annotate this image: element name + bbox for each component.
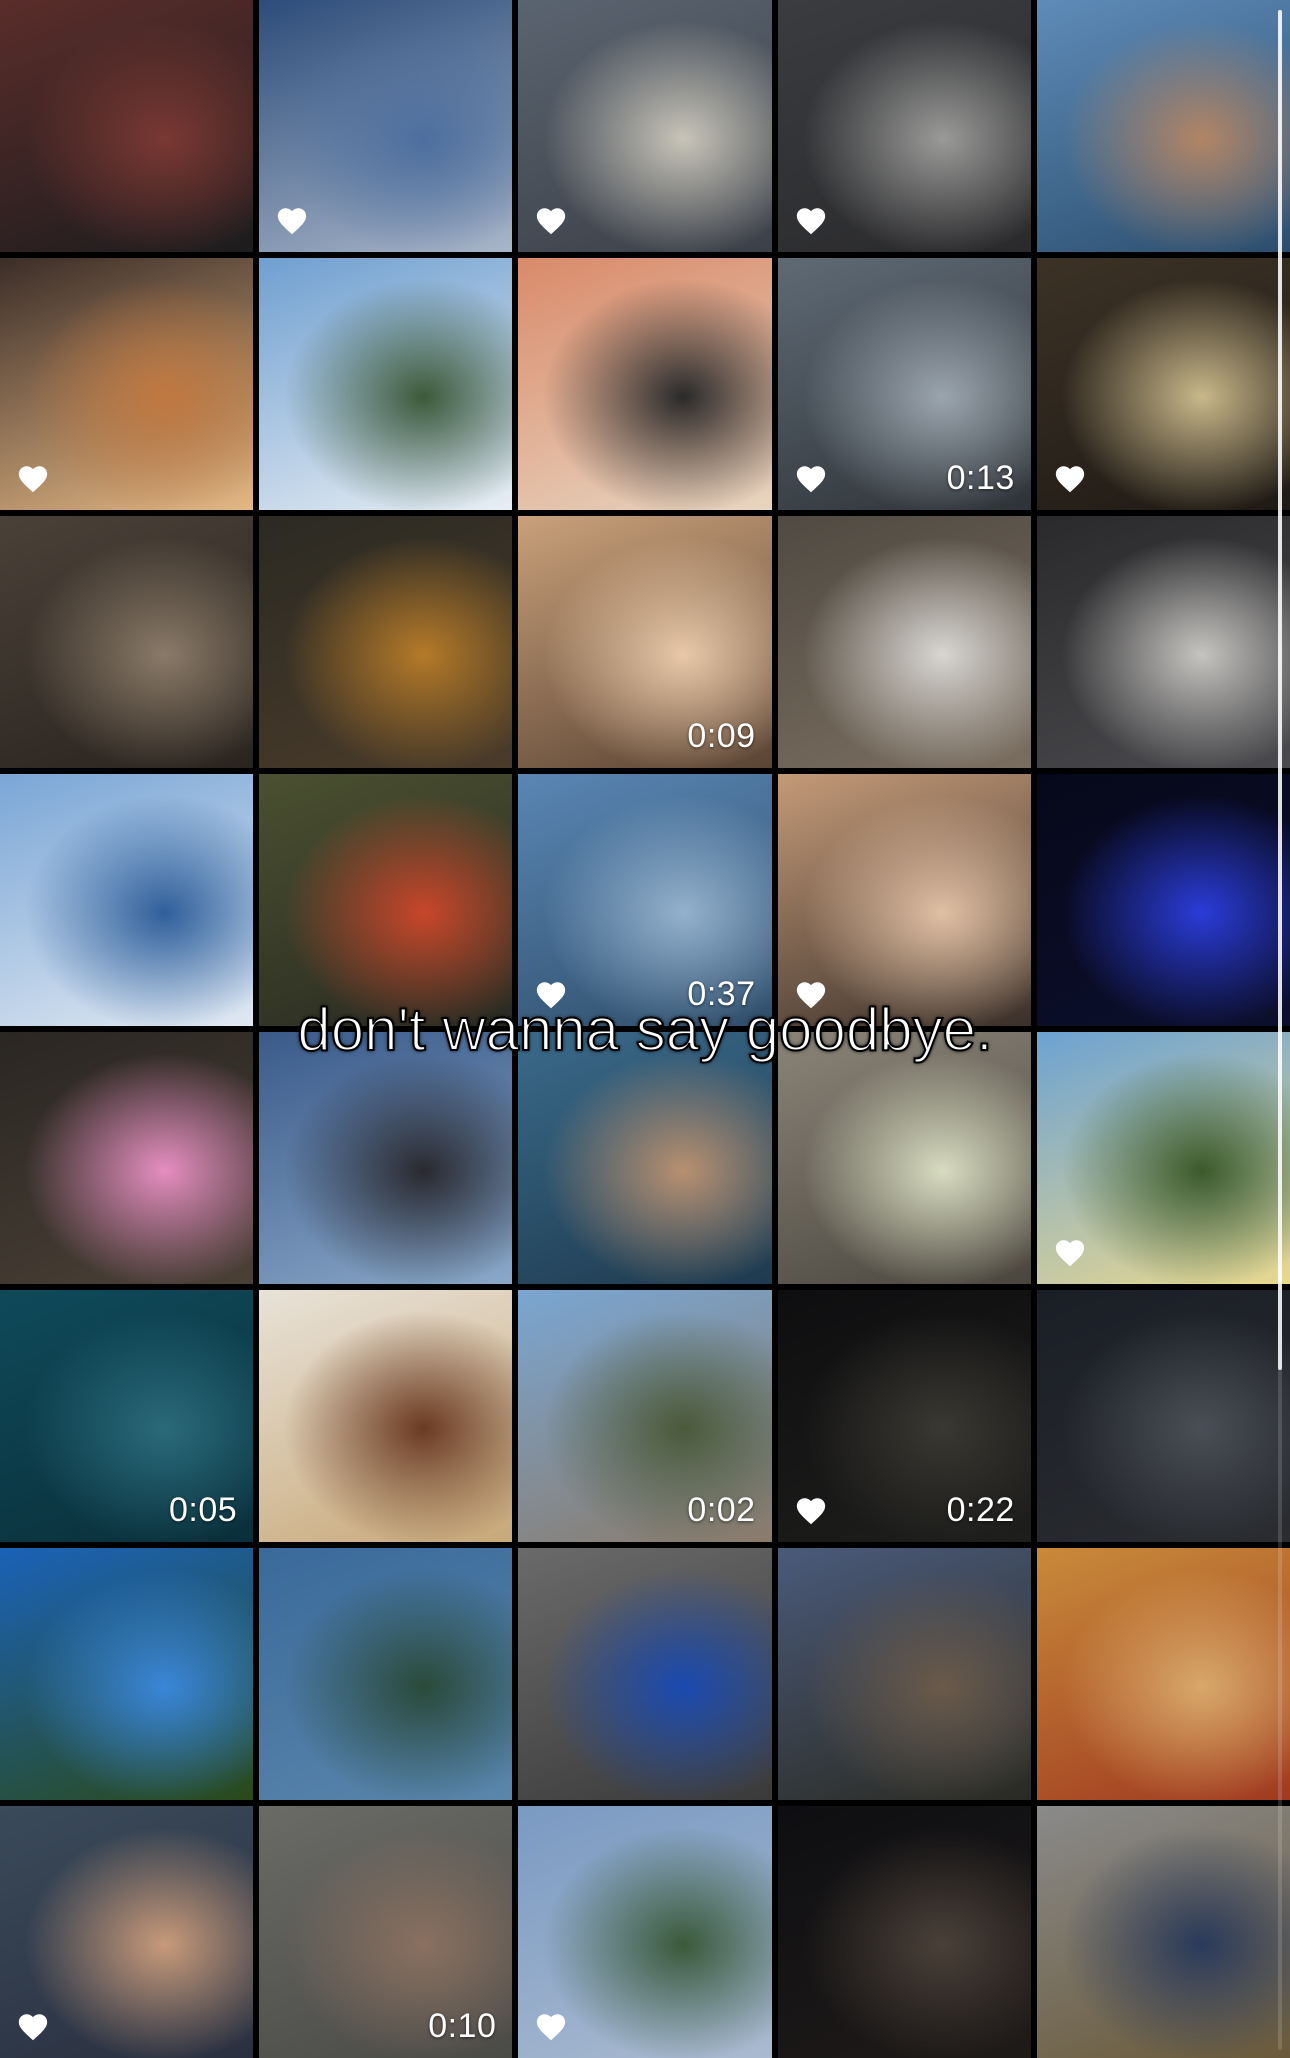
video-duration: 0:09 [687, 717, 756, 755]
thumbnail-image [1036, 1806, 1290, 2058]
tile-sea-cliffs[interactable] [259, 1548, 513, 1800]
tile-street-pines[interactable]: 0:02 [518, 1290, 772, 1542]
tile-group-selfie[interactable] [0, 1806, 254, 2058]
video-duration: 0:02 [687, 1491, 756, 1529]
tile-menu-table[interactable] [1036, 516, 1290, 768]
tile-boat-rail[interactable]: 0:37 [518, 774, 772, 1026]
thumbnail-image [777, 1032, 1031, 1284]
thumbnail-image [259, 774, 513, 1026]
thumbnail-image [259, 1032, 513, 1284]
tile-pizza[interactable] [1036, 1548, 1290, 1800]
tile-dessert-bowl[interactable] [259, 516, 513, 768]
photo-grid: 0:13 0:09 0:37 0:05 0:02 0:22 0:10 [0, 0, 1290, 2058]
thumbnail-image [0, 0, 254, 252]
thumbnail-image [0, 516, 254, 768]
tile-boat-man[interactable] [1036, 0, 1290, 252]
tile-selfie-blonde[interactable]: 0:09 [518, 516, 772, 768]
thumbnail-image [777, 1806, 1031, 2058]
thumbnail-image [259, 258, 513, 510]
tile-beach-night-umbrella[interactable] [1036, 1290, 1290, 1542]
tile-passports[interactable] [0, 0, 254, 252]
tile-yacht-coast[interactable] [259, 258, 513, 510]
tile-hotel-night[interactable] [777, 1806, 1031, 2058]
tile-sunscreen[interactable] [518, 1548, 772, 1800]
heart-icon [16, 2010, 50, 2044]
tile-boat-sea[interactable] [518, 1032, 772, 1284]
thumbnail-image [1036, 1548, 1290, 1800]
tile-hotel-lobby[interactable] [0, 516, 254, 768]
tile-beach-chair[interactable] [777, 516, 1031, 768]
tile-drinks-tap[interactable] [777, 1032, 1031, 1284]
thumbnail-image [259, 1548, 513, 1800]
heart-icon [1053, 462, 1087, 496]
heart-icon [794, 978, 828, 1012]
heart-icon [534, 204, 568, 238]
tile-sailboat-flag[interactable] [0, 774, 254, 1026]
heart-icon [794, 204, 828, 238]
thumbnail-image [518, 1548, 772, 1800]
video-duration: 0:10 [428, 2007, 497, 2045]
video-duration: 0:05 [169, 1491, 238, 1529]
tile-cocktails[interactable] [0, 258, 254, 510]
thumbnail-image [518, 258, 772, 510]
tile-oysters[interactable] [1036, 258, 1290, 510]
tile-bird-hand[interactable]: 0:10 [259, 1806, 513, 2058]
tile-plate-dessert[interactable] [259, 1290, 513, 1542]
thumbnail-image [259, 516, 513, 768]
tile-ferris-wheel[interactable] [1036, 774, 1290, 1026]
heart-icon [16, 462, 50, 496]
thumbnail-image [777, 1548, 1031, 1800]
tile-sunbeds[interactable] [777, 0, 1031, 252]
tile-cotton-candy[interactable] [0, 1032, 254, 1284]
thumbnail-image [0, 774, 254, 1026]
tile-swimming[interactable]: 0:05 [0, 1290, 254, 1542]
heart-icon [534, 978, 568, 1012]
tile-food-table[interactable] [518, 258, 772, 510]
thumbnail-image [1036, 1290, 1290, 1542]
heart-icon [534, 2010, 568, 2044]
heart-icon [794, 462, 828, 496]
thumbnail-image [777, 516, 1031, 768]
tile-castle[interactable] [777, 1548, 1031, 1800]
tile-phone-plane[interactable] [259, 1032, 513, 1284]
heart-icon [1053, 1236, 1087, 1270]
tile-palm-tree[interactable] [0, 1548, 254, 1800]
tile-beach-walk[interactable]: 0:13 [777, 258, 1031, 510]
video-duration: 0:37 [687, 975, 756, 1013]
thumbnail-image [0, 1032, 254, 1284]
tile-night-beach[interactable]: 0:22 [777, 1290, 1031, 1542]
thumbnail-image [0, 1548, 254, 1800]
tile-mountains-plane[interactable] [518, 1806, 772, 2058]
thumbnail-image [518, 1032, 772, 1284]
tile-police[interactable] [1036, 1806, 1290, 2058]
tile-portrait[interactable] [777, 774, 1031, 1026]
thumbnail-image [1036, 774, 1290, 1026]
video-duration: 0:13 [946, 459, 1015, 497]
thumbnail-image [1036, 0, 1290, 252]
thumbnail-image [259, 1290, 513, 1542]
thumbnail-image [1036, 516, 1290, 768]
video-duration: 0:22 [946, 1491, 1015, 1529]
scrollbar-thumb[interactable] [1278, 10, 1282, 1370]
tile-plane-wing-sky[interactable] [259, 0, 513, 252]
tile-beach-umbrellas[interactable] [518, 0, 772, 252]
heart-icon [275, 204, 309, 238]
heart-icon [794, 1494, 828, 1528]
tile-couple-house[interactable] [1036, 1032, 1290, 1284]
tile-grilled-veg[interactable] [259, 774, 513, 1026]
